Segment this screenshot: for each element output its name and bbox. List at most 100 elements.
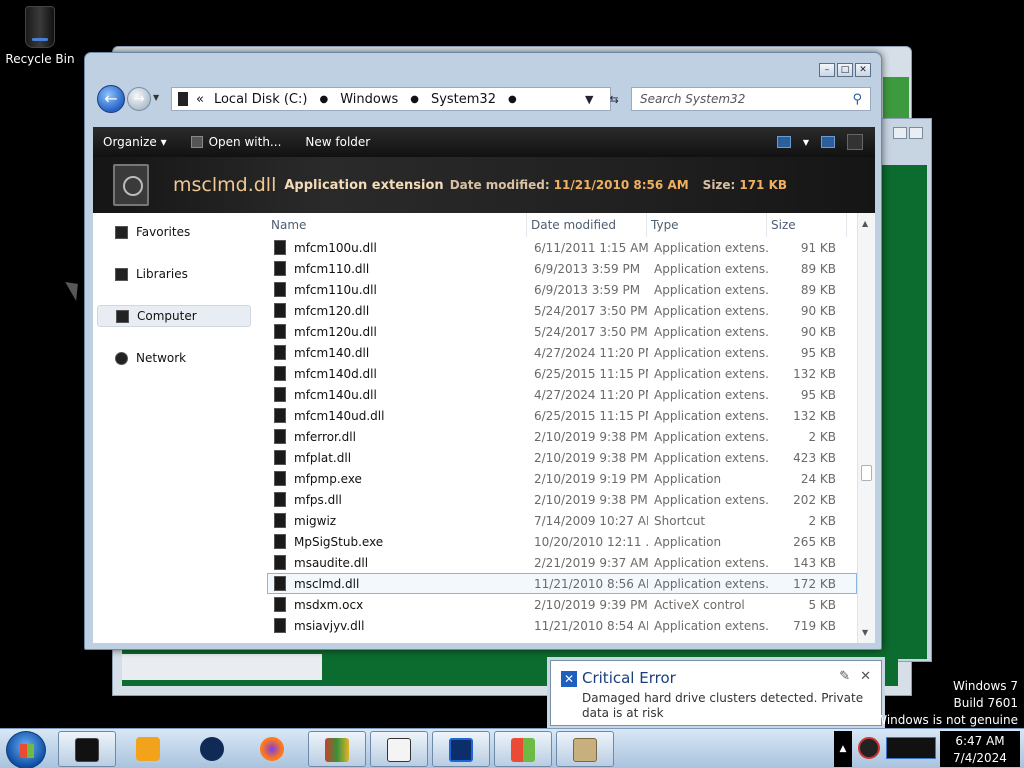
file-row[interactable]: mfps.dll 2/10/2019 9:38 PM Application ext…	[267, 489, 857, 510]
file-type: Application extens...	[654, 303, 768, 318]
file-size: 89 KB	[800, 282, 836, 297]
breadcrumb-separator-icon[interactable]: ●	[508, 94, 517, 105]
file-row[interactable]: mfpmp.exe 2/10/2019 9:19 PM Application 24 …	[267, 468, 857, 489]
file-row[interactable]: mfcm140ud.dll 6/25/2015 11:15 PM Applicati…	[267, 405, 857, 426]
nav-item-favorites[interactable]: Favorites	[97, 221, 251, 243]
breadcrumb-separator-icon[interactable]: ●	[410, 94, 419, 105]
column-name[interactable]: Name	[267, 213, 527, 237]
taskbar-button-device[interactable]	[432, 731, 490, 767]
file-row[interactable]: mfcm110.dll 6/9/2013 3:59 PM Application e…	[267, 258, 857, 279]
preview-pane-icon[interactable]	[821, 136, 835, 148]
file-size: 90 KB	[800, 303, 836, 318]
file-row[interactable]: msdxm.ocx 2/10/2019 9:39 PM ActiveX contro…	[267, 594, 857, 615]
taskbar-button-explorer[interactable]	[58, 731, 116, 767]
file-row[interactable]: msaudite.dll 2/21/2019 9:37 AM Application…	[267, 552, 857, 573]
file-row[interactable]: mfcm140d.dll 6/25/2015 11:15 PM Applicatio…	[267, 363, 857, 384]
taskbar-button-windows[interactable]	[494, 731, 552, 767]
search-input[interactable]: Search System32	[640, 92, 745, 106]
file-type: Application extens...	[654, 576, 768, 591]
maximize-button[interactable]: □	[837, 63, 853, 77]
file-row[interactable]: mfcm120.dll 5/24/2017 3:50 PM Application …	[267, 300, 857, 321]
app-icon	[325, 738, 349, 762]
file-row[interactable]: msiavjyv.dll 11/21/2010 8:54 AM Applicatio…	[267, 615, 857, 636]
taskbar-button-app[interactable]	[308, 731, 366, 767]
forward-button[interactable]: →	[127, 87, 151, 111]
dll-file-icon	[113, 164, 149, 206]
recycle-bin[interactable]: Recycle Bin	[4, 6, 76, 66]
file-size: 132 KB	[793, 366, 836, 381]
file-type: Application extens...	[654, 492, 768, 507]
file-name: mfplat.dll	[294, 450, 352, 465]
back-button[interactable]: ←	[97, 85, 125, 113]
file-type: Shortcut	[654, 513, 706, 528]
column-type[interactable]: Type	[647, 213, 767, 237]
details-date-value: 11/21/2010 8:56 AM	[553, 178, 689, 192]
clock[interactable]: 6:47 AM 7/4/2024	[940, 731, 1020, 767]
file-row[interactable]: mfcm120u.dll 5/24/2017 3:50 PM Application…	[267, 321, 857, 342]
file-row[interactable]: mfcm100u.dll 6/11/2011 1:15 AM Application…	[267, 237, 857, 258]
breadcrumb-windows[interactable]: Windows	[340, 92, 398, 107]
taskbar-button-media[interactable]	[120, 731, 178, 767]
file-icon	[274, 240, 286, 255]
organize-button[interactable]: Organize ▾	[93, 135, 181, 149]
file-row[interactable]: migwiz 7/14/2009 10:27 AM Shortcut 2 KB	[267, 510, 857, 531]
background-window-controls	[893, 127, 923, 139]
minimize-button[interactable]: –	[819, 63, 835, 77]
recent-pages-dropdown[interactable]: ▼	[153, 93, 159, 102]
windows-logo-icon	[511, 738, 535, 762]
new-folder-button[interactable]: New folder	[295, 135, 384, 149]
file-rows: mfcm100u.dll 6/11/2011 1:15 AM Application…	[267, 237, 857, 636]
file-row[interactable]: mferror.dll 2/10/2019 9:38 PM Application …	[267, 426, 857, 447]
address-dropdown-icon[interactable]: ▼	[585, 93, 593, 106]
breadcrumb-system32[interactable]: System32	[431, 92, 496, 107]
file-icon	[274, 576, 286, 591]
breadcrumb-local-disk[interactable]: Local Disk (C:)	[214, 92, 307, 107]
close-button[interactable]: ✕	[855, 63, 871, 77]
breadcrumb-chevron-icon[interactable]: «	[196, 92, 204, 107]
column-size[interactable]: Size	[767, 213, 847, 237]
file-type: Application extens...	[654, 387, 768, 402]
scroll-down-icon[interactable]: ▼	[862, 628, 868, 637]
settings-wrench-icon[interactable]: ✎	[839, 669, 850, 684]
file-size: 172 KB	[793, 576, 836, 591]
nav-item-computer[interactable]: Computer	[97, 305, 251, 327]
start-button[interactable]	[6, 731, 46, 768]
nav-item-network[interactable]: Network	[97, 347, 251, 369]
file-row[interactable]: mfcm110u.dll 6/9/2013 3:59 PM Application …	[267, 279, 857, 300]
file-date: 2/10/2019 9:39 PM	[534, 597, 648, 612]
file-name-cell: mfcm140u.dll	[268, 387, 528, 402]
search-icon[interactable]: ⚲	[852, 92, 862, 107]
scroll-thumb[interactable]	[861, 465, 872, 481]
critical-error-notification[interactable]: ✕ Critical Error Damaged hard drive clus…	[550, 660, 882, 726]
taskbar-button-chess[interactable]	[556, 731, 614, 767]
show-hidden-icons-button[interactable]: ▲	[834, 731, 852, 767]
globe-icon	[200, 737, 224, 761]
details-pane: msclmd.dll Application extension Date mo…	[93, 157, 875, 213]
file-row[interactable]: msclmd.dll 11/21/2010 8:56 AM Application …	[267, 573, 857, 594]
file-row[interactable]: mfcm140.dll 4/27/2024 11:20 PM Application…	[267, 342, 857, 363]
error-tray-icon[interactable]	[858, 737, 880, 759]
breadcrumb-separator-icon[interactable]: ●	[319, 94, 328, 105]
taskbar-button-globe[interactable]	[184, 731, 242, 767]
open-with-button[interactable]: Open with...	[181, 135, 296, 149]
vertical-scrollbar[interactable]: ▲ ▼	[857, 213, 875, 643]
scroll-up-icon[interactable]: ▲	[862, 219, 868, 228]
change-view-icon[interactable]	[776, 136, 791, 148]
address-bar[interactable]: « Local Disk (C:) ● Windows ● System32 ●	[171, 87, 611, 111]
nav-item-libraries[interactable]: Libraries	[97, 263, 251, 285]
watermark-line-3: f Windows is not genuine	[867, 713, 1018, 727]
file-row[interactable]: mfcm140u.dll 4/27/2024 11:20 PM Applicatio…	[267, 384, 857, 405]
search-box[interactable]: Search System32 ⚲	[631, 87, 871, 111]
help-icon[interactable]	[847, 134, 863, 150]
file-row[interactable]: MpSigStub.exe 10/20/2010 12:11 ... Applica…	[267, 531, 857, 552]
taskbar-button-firefox[interactable]	[244, 731, 302, 767]
refresh-icon[interactable]: ⇆	[609, 93, 618, 106]
column-date-modified[interactable]: Date modified	[527, 213, 647, 237]
file-type: Application	[654, 534, 722, 549]
file-row[interactable]: mfplat.dll 2/10/2019 9:38 PM Application e…	[267, 447, 857, 468]
taskbar-button-solitaire[interactable]	[370, 731, 428, 767]
computer-icon	[116, 309, 129, 323]
view-dropdown-icon[interactable]: ▼	[803, 138, 809, 147]
network-tray-icon[interactable]	[886, 737, 936, 759]
file-name-cell: mfcm110u.dll	[268, 282, 528, 297]
